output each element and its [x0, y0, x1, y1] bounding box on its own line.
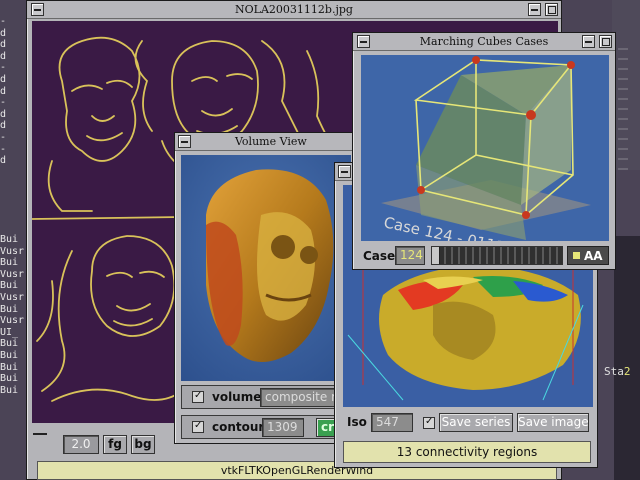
window-menu-button[interactable] [178, 135, 191, 148]
window-title: Volume View [235, 135, 307, 148]
iso-label: Iso [347, 415, 367, 429]
cube-render-canvas[interactable]: Case 124 - 0111110 [361, 55, 609, 241]
maximize-button[interactable] [545, 3, 558, 16]
contour-label: contour [212, 420, 265, 434]
zoom-slider-handle[interactable] [33, 433, 47, 435]
minimize-button[interactable] [582, 35, 595, 48]
desktop: -ddd-dd-dd--d Bui Vusr Bui Vusr Bui Vusr Bui Vu… [0, 0, 640, 480]
volume-label: volume [212, 390, 262, 404]
volume-render-canvas[interactable] [181, 155, 351, 381]
background-status-text: Sta2 [604, 365, 631, 378]
zoom-field[interactable]: 2.0 [63, 435, 99, 454]
volume-view-window: Volume View volume composite ra [174, 132, 354, 444]
contour-control-row: contour 1309 cr [181, 415, 351, 439]
iso-value-field[interactable]: 547 [371, 413, 413, 432]
title-bar[interactable]: Volume View [175, 133, 353, 151]
marching-cubes-window: Marching Cubes Cases Case 124 - 01111 [352, 32, 616, 270]
bg-button[interactable]: bg [131, 435, 155, 454]
minimize-button[interactable] [528, 3, 541, 16]
save-series-checkbox[interactable] [423, 416, 435, 429]
case-slider[interactable] [431, 246, 563, 265]
maximize-button[interactable] [599, 35, 612, 48]
aa-indicator [573, 252, 580, 259]
contour-checkbox[interactable] [192, 420, 204, 433]
contour-value-field[interactable]: 1309 [262, 418, 304, 437]
window-title: NOLA20031112b.jpg [235, 3, 353, 16]
title-bar[interactable]: NOLA20031112b.jpg [27, 1, 561, 19]
title-bar[interactable]: Marching Cubes Cases [353, 33, 615, 51]
case-slider-thumb[interactable] [432, 247, 440, 264]
window-title: Marching Cubes Cases [419, 35, 549, 48]
case-label: Case [363, 249, 396, 263]
aa-toggle[interactable]: AA [567, 246, 609, 265]
background-window-lines [618, 40, 628, 170]
case-value-field[interactable]: 124 [395, 246, 425, 265]
connectivity-status: 13 connectivity regions [343, 441, 591, 463]
save-series-button[interactable]: Save series [439, 413, 513, 432]
save-image-button[interactable]: Save image [517, 413, 589, 432]
volume-checkbox[interactable] [192, 390, 204, 403]
fg-button[interactable]: fg [103, 435, 127, 454]
volume-control-row: volume composite ra [181, 385, 352, 409]
aa-label: AA [584, 249, 603, 263]
window-menu-button[interactable] [338, 165, 351, 178]
background-dark-pane [614, 236, 640, 480]
